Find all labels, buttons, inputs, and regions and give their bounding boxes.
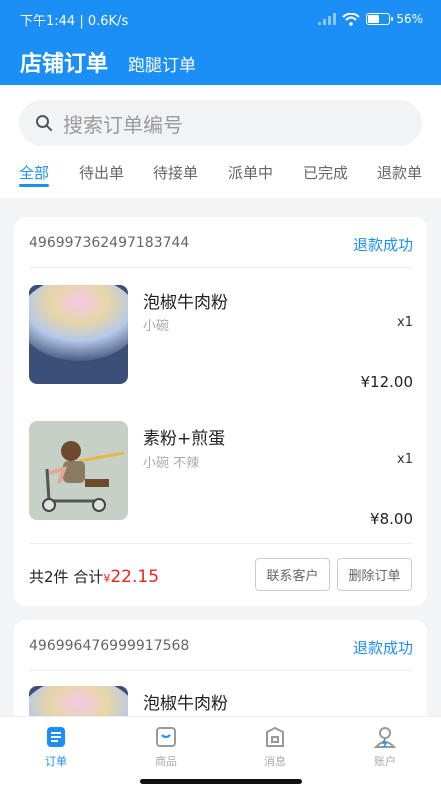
product-thumbnail — [29, 285, 128, 384]
card-divider — [29, 543, 412, 544]
battery-level — [368, 15, 380, 23]
home-indicator[interactable] — [140, 779, 302, 784]
filter-tab-pending-accept[interactable]: 待接单 — [153, 162, 198, 183]
product-quantity: x1 — [397, 452, 413, 467]
nav-messages[interactable]: 消息 — [245, 725, 305, 769]
messages-icon — [266, 726, 284, 747]
orders-icon — [47, 727, 65, 747]
total-label: 合计 — [73, 568, 104, 586]
active-tab-indicator — [19, 184, 49, 187]
nav-orders[interactable]: 订单 — [26, 725, 86, 769]
app-header: 下午1:44 | 0.6K/s 56% 店铺订单 跑腿订单 — [0, 0, 441, 85]
card-divider — [29, 267, 412, 268]
filter-tab-all[interactable]: 全部 — [19, 162, 49, 183]
wifi-icon — [342, 12, 360, 26]
battery-icon — [366, 13, 394, 25]
filter-tab-refund[interactable]: 退款单 — [377, 162, 422, 183]
search-icon — [36, 115, 52, 131]
card-divider — [29, 670, 412, 671]
product-quantity: x1 — [397, 315, 413, 330]
status-time: 下午1:44 — [20, 13, 76, 29]
tab-errand-orders[interactable]: 跑腿订单 — [128, 51, 196, 76]
cartoon-scooter-image — [29, 421, 128, 520]
order-card[interactable]: 496997362497183744 退款成功 泡椒牛肉粉 小碗 x1 ¥12.… — [14, 217, 427, 606]
delete-order-button[interactable]: 删除订单 — [337, 558, 412, 591]
filter-tab-completed[interactable]: 已完成 — [303, 162, 348, 183]
nav-account[interactable]: 账户 — [355, 725, 415, 769]
search-input[interactable]: 搜索订单编号 — [19, 100, 422, 146]
product-price: ¥8.00 — [370, 510, 413, 528]
item-count: 共2件 — [29, 568, 69, 586]
filter-tab-pending-print[interactable]: 待出单 — [79, 162, 124, 183]
nav-orders-label: 订单 — [45, 755, 67, 768]
battery-percent: 56% — [396, 12, 423, 26]
signal-icon — [318, 13, 337, 25]
total-amount: 22.15 — [110, 567, 160, 587]
account-icon — [373, 727, 397, 748]
status-separator: | — [79, 13, 88, 29]
product-price: ¥12.00 — [360, 373, 414, 391]
status-left: 下午1:44 | 0.6K/s — [20, 10, 128, 29]
order-total: 共2件 合计¥22.15 — [29, 566, 159, 587]
nav-account-label: 账户 — [374, 755, 396, 768]
status-filter-tabs: 全部 待出单 待接单 派单中 已完成 退款单 — [0, 160, 441, 190]
tab-store-orders[interactable]: 店铺订单 — [20, 46, 108, 78]
status-right: 56% — [318, 12, 423, 26]
order-type-tabs: 店铺订单 跑腿订单 — [20, 46, 196, 78]
order-number: 496996476999917568 — [29, 638, 190, 654]
order-number: 496997362497183744 — [29, 235, 190, 251]
product-thumbnail — [29, 421, 128, 520]
product-spec: 小碗 不辣 — [143, 456, 200, 471]
order-status: 退款成功 — [352, 236, 413, 254]
product-name: 泡椒牛肉粉 — [143, 293, 228, 313]
product-name: 泡椒牛肉粉 — [143, 694, 228, 714]
battery-percent-value: 56 — [396, 12, 412, 26]
contact-customer-button[interactable]: 联系客户 — [255, 558, 330, 591]
noodle-bowl-image — [29, 285, 128, 384]
nav-products-label: 商品 — [155, 755, 177, 768]
nav-messages-label: 消息 — [264, 755, 286, 768]
products-icon — [156, 727, 176, 747]
search-placeholder: 搜索订单编号 — [63, 112, 183, 137]
status-speed: 0.6K/s — [87, 13, 129, 29]
product-name: 素粉+煎蛋 — [143, 429, 226, 449]
product-spec: 小碗 — [143, 319, 170, 334]
status-bar: 下午1:44 | 0.6K/s 56% — [0, 0, 441, 38]
order-status: 退款成功 — [352, 639, 413, 657]
filter-tab-dispatching[interactable]: 派单中 — [228, 162, 273, 183]
nav-products[interactable]: 商品 — [136, 725, 196, 769]
